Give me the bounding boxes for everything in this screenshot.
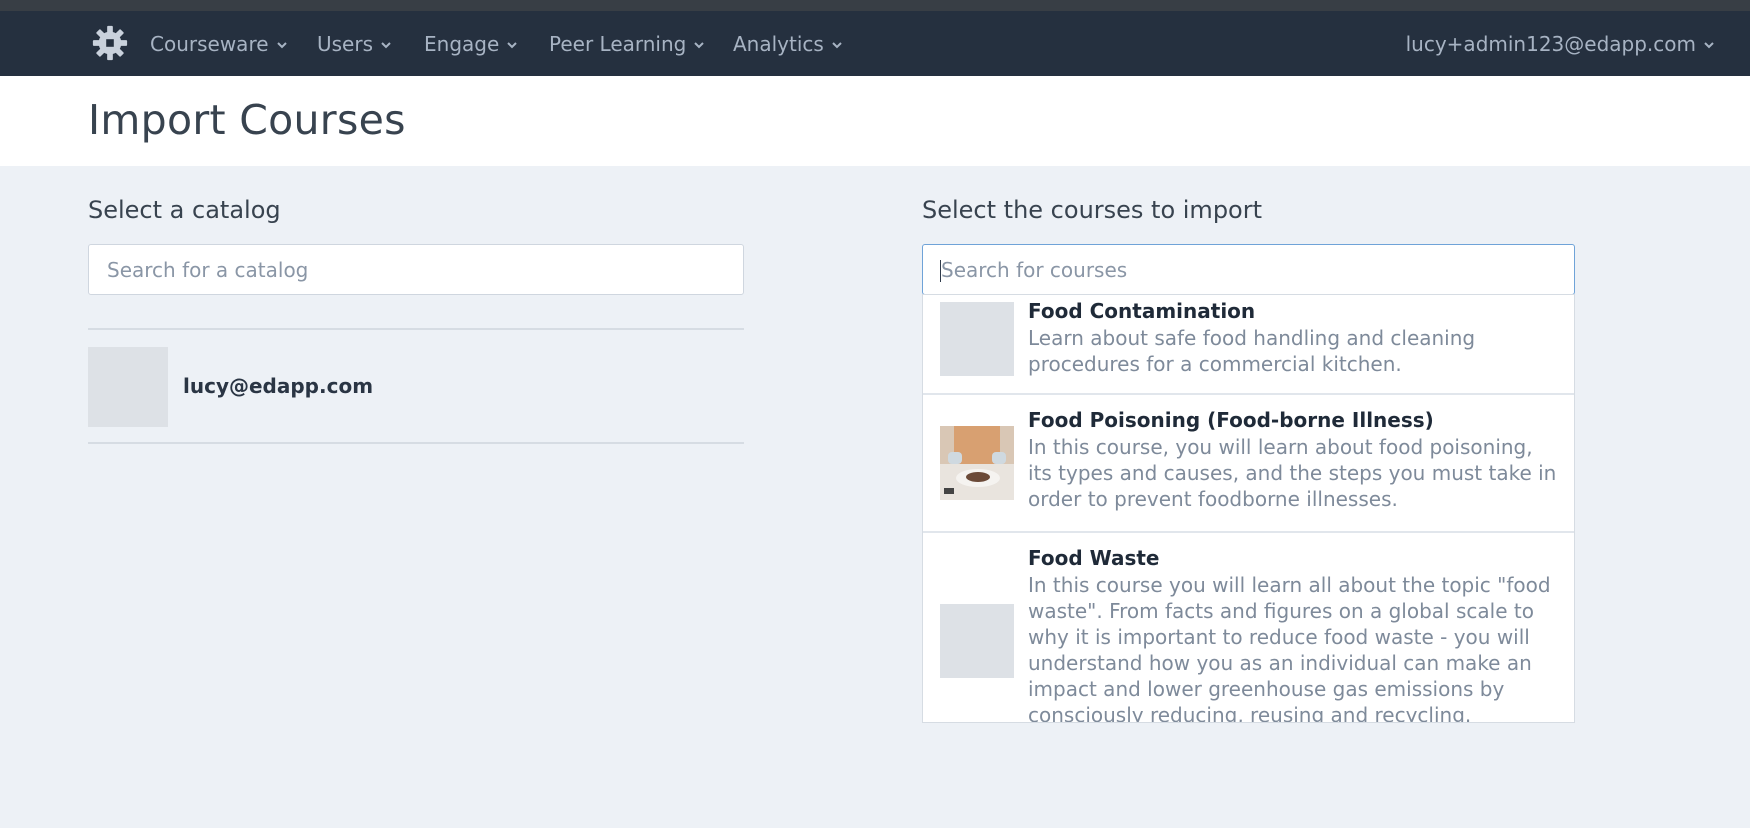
page-header: Import Courses (0, 76, 1750, 166)
text-cursor (940, 260, 941, 282)
catalog-list: lucy@edapp.com (88, 328, 744, 444)
nav-engage[interactable]: Engage (424, 11, 518, 76)
course-description: Learn about safe food handling and clean… (1028, 326, 1476, 376)
nav-users[interactable]: Users (317, 11, 392, 76)
nav-peer-learning[interactable]: Peer Learning (549, 11, 705, 76)
course-title: Food Poisoning (Food-borne Illness) (1028, 408, 1434, 432)
courses-search-input[interactable] (922, 244, 1575, 295)
catalog-item-name: lucy@edapp.com (183, 374, 374, 398)
page-title: Import Courses (88, 96, 406, 144)
catalog-section-label: Select a catalog (88, 196, 281, 224)
course-description: In this course, you will learn about foo… (1028, 435, 1557, 511)
nav-courseware[interactable]: Courseware (150, 11, 288, 76)
nav-users-label: Users (317, 31, 374, 56)
nav-peer-learning-label: Peer Learning (549, 31, 687, 56)
chevron-down-icon (832, 41, 842, 48)
chevron-down-icon (1704, 41, 1714, 48)
course-title: Food Contamination (1028, 299, 1256, 323)
nav-engage-label: Engage (424, 31, 500, 56)
nav-analytics-label: Analytics (733, 31, 824, 56)
course-title: Food Waste (1028, 546, 1160, 570)
gear-icon[interactable] (91, 24, 129, 62)
course-thumbnail (940, 426, 1014, 500)
course-result-item[interactable]: Food Poisoning (Food-borne Illness) In t… (923, 395, 1574, 533)
window-top-strip (0, 0, 1750, 11)
course-image (940, 426, 1014, 500)
course-thumbnail (940, 302, 1014, 376)
chevron-down-icon (507, 41, 517, 48)
chevron-down-icon (694, 41, 705, 48)
top-navbar: Courseware Users Engage Peer Learning An… (0, 11, 1750, 76)
chevron-down-icon (381, 41, 391, 48)
course-thumbnail (940, 604, 1014, 678)
nav-courseware-label: Courseware (150, 31, 269, 56)
chevron-down-icon (276, 41, 287, 48)
nav-analytics[interactable]: Analytics (733, 11, 843, 76)
catalog-item[interactable]: lucy@edapp.com (88, 330, 744, 442)
catalog-search-input[interactable] (88, 244, 744, 295)
course-result-item[interactable]: Food Waste In this course you will learn… (923, 533, 1574, 723)
user-menu[interactable]: lucy+admin123@edapp.com (1406, 11, 1715, 76)
course-description: In this course you will learn all about … (1028, 573, 1551, 723)
course-results-dropdown[interactable]: Food Contamination Learn about safe food… (922, 294, 1575, 723)
courses-section-label: Select the courses to import (922, 196, 1263, 224)
user-email: lucy+admin123@edapp.com (1405, 31, 1696, 56)
catalog-thumbnail (88, 347, 168, 427)
course-result-item[interactable]: Food Contamination Learn about safe food… (923, 295, 1574, 395)
